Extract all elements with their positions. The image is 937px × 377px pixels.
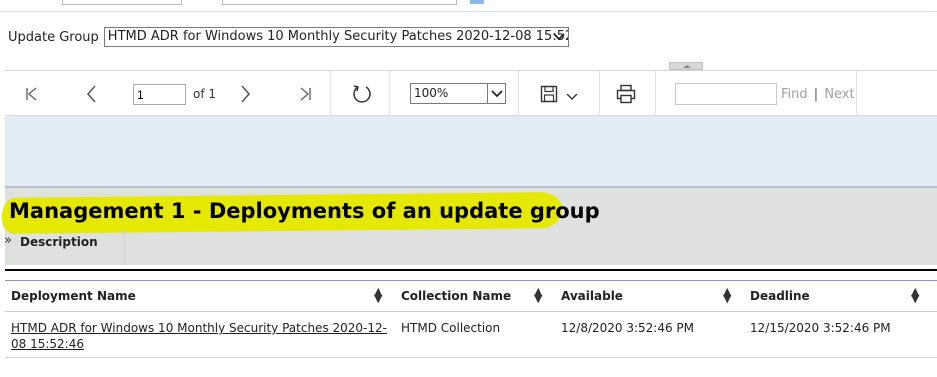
column-header-deployment-name[interactable]: Deployment Name (11, 289, 136, 303)
first-page-button[interactable] (19, 71, 45, 117)
deadline-cell: 12/15/2020 3:52:46 PM (750, 321, 891, 335)
update-group-selected-value: HTMD ADR for Windows 10 Monthly Security… (107, 29, 569, 44)
top-accent-fragment (470, 0, 484, 4)
column-header-deadline[interactable]: Deadline (750, 289, 810, 303)
report-header-band (5, 116, 937, 187)
toolbar-splitter-handle[interactable] (669, 62, 703, 70)
available-cell: 12/8/2020 3:52:46 PM (561, 321, 695, 335)
sort-icon[interactable]: ▲ ▼ (911, 286, 919, 304)
print-icon (616, 84, 636, 104)
sort-icon[interactable]: ▲ ▼ (723, 286, 731, 304)
report-divider (5, 269, 937, 271)
toolbar-separator (389, 71, 390, 117)
zoom-value: 100% (414, 86, 449, 100)
table-top-rule (5, 280, 937, 281)
report-title: Management 1 - Deployments of an update … (9, 199, 600, 223)
refresh-icon (353, 85, 371, 103)
find-text-input[interactable] (675, 83, 777, 105)
first-page-icon (26, 87, 37, 101)
description-label: Description (20, 235, 98, 249)
top-control-fragment (62, 0, 182, 5)
parameter-row: Update Group HTMD ADR for Windows 10 Mon… (8, 27, 569, 47)
last-page-button[interactable] (292, 71, 318, 117)
chevron-down-icon (566, 93, 578, 100)
page-number-input[interactable] (133, 84, 186, 105)
report-toolbar: of 1 100% Find | Next (5, 70, 937, 117)
next-page-button[interactable] (232, 71, 258, 117)
previous-page-icon (87, 85, 96, 103)
toolbar-separator (655, 71, 656, 117)
sort-icon[interactable]: ▲ ▼ (534, 286, 542, 304)
sort-icon[interactable]: ▲ ▼ (374, 286, 382, 304)
column-header-collection-name[interactable]: Collection Name (401, 289, 511, 303)
save-icon (540, 85, 558, 103)
next-page-icon (241, 85, 250, 103)
export-button[interactable] (535, 71, 583, 117)
top-strip (0, 0, 937, 12)
chevron-down-icon (552, 30, 566, 44)
table-row-rule (5, 357, 937, 358)
deployment-name-link[interactable]: HTMD ADR for Windows 10 Monthly Security… (11, 321, 387, 351)
update-group-label: Update Group (8, 29, 99, 45)
expand-description-toggle[interactable]: » (4, 233, 12, 248)
last-page-icon (300, 87, 311, 101)
toolbar-separator (856, 71, 857, 117)
deployment-name-line: 08 15:52:46 (11, 337, 84, 351)
page-count-label: of 1 (193, 87, 217, 101)
next-link[interactable]: Next (824, 87, 854, 102)
toolbar-separator (330, 71, 331, 117)
previous-page-button[interactable] (79, 71, 105, 117)
find-link[interactable]: Find (781, 87, 808, 102)
toolbar-separator (518, 71, 519, 117)
refresh-button[interactable] (347, 71, 377, 117)
find-separator: | (813, 87, 819, 102)
column-header-available[interactable]: Available (561, 289, 623, 303)
zoom-select[interactable]: 100% (410, 83, 506, 104)
collection-name-cell: HTMD Collection (401, 321, 501, 335)
table-header-rule (5, 311, 937, 312)
table-row: HTMD ADR for Windows 10 Monthly Security… (11, 320, 391, 352)
find-controls: Find | Next (781, 87, 855, 102)
deployment-name-line: HTMD ADR for Windows 10 Monthly Security… (11, 321, 387, 335)
top-control-fragment (222, 0, 457, 5)
toolbar-separator (599, 71, 600, 117)
update-group-select[interactable]: HTMD ADR for Windows 10 Monthly Security… (103, 27, 569, 47)
print-button[interactable] (613, 71, 639, 117)
chevron-down-icon (487, 84, 505, 103)
